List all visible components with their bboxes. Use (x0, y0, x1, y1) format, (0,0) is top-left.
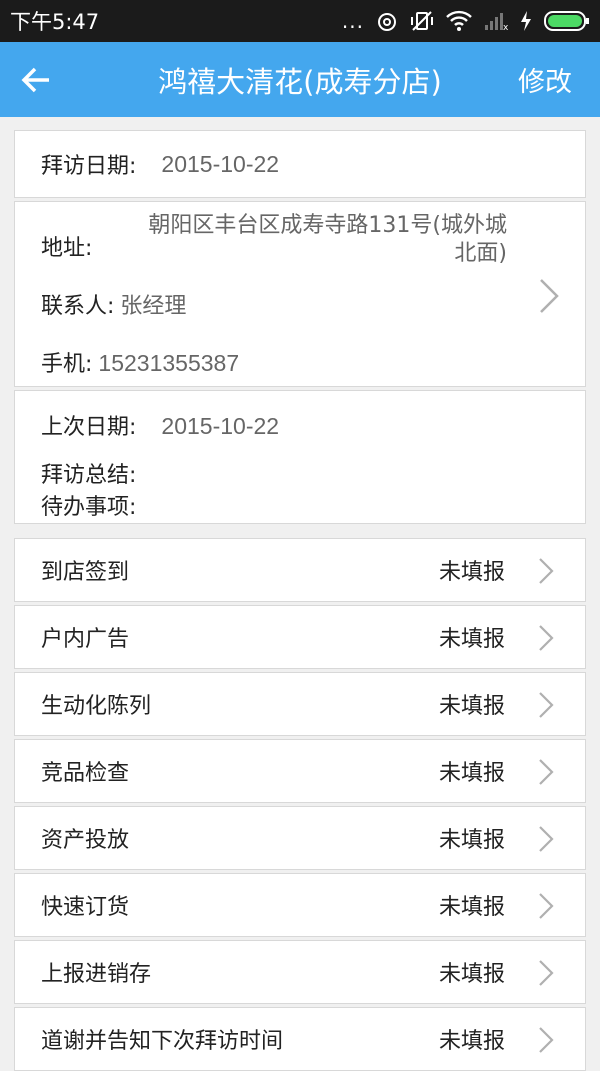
task-item[interactable]: 快速订货 未填报 (14, 873, 586, 937)
task-item[interactable]: 竞品检查 未填报 (14, 739, 586, 803)
task-item[interactable]: 生动化陈列 未填报 (14, 672, 586, 736)
task-item[interactable]: 道谢并告知下次拜访时间 未填报 (14, 1007, 586, 1071)
arrow-left-icon (21, 67, 49, 93)
contact-person-value: 张经理 (120, 294, 187, 319)
task-status: 未填报 (438, 627, 505, 652)
chevron-right-icon (539, 826, 554, 852)
chevron-right-icon (539, 1027, 554, 1053)
phone-row: 手机: 15231355387 (41, 346, 239, 378)
last-visit-date-label: 上次日期: (41, 415, 137, 440)
task-list: 到店签到 未填报 户内广告 未填报 生动化陈列 未填报 竞品检查 未填报 资产投… (14, 538, 586, 1071)
task-label: 到店签到 (41, 560, 130, 585)
battery-icon (544, 10, 590, 32)
task-label: 竞品检查 (41, 761, 130, 786)
main-content: 拜访日期: 2015-10-22 地址: 朝阳区丰台区成寿寺路131号(城外城 … (14, 130, 586, 1071)
chevron-right-icon (540, 279, 559, 313)
task-label: 快速订货 (41, 895, 130, 920)
contact-person-row: 联系人: 张经理 (41, 288, 186, 320)
task-label: 资产投放 (41, 828, 130, 853)
chevron-right-icon (539, 625, 554, 651)
chevron-right-icon (539, 759, 554, 785)
charging-icon (520, 11, 532, 31)
task-status: 未填报 (438, 828, 505, 853)
store-contact-card[interactable]: 地址: 朝阳区丰台区成寿寺路131号(城外城 北面) 联系人: 张经理 手机: 15… (14, 201, 586, 387)
visit-date-label: 拜访日期: (41, 154, 137, 179)
task-status: 未填报 (438, 1029, 505, 1054)
task-item[interactable]: 到店签到 未填报 (14, 538, 586, 602)
status-time: 下午5:47 (10, 10, 100, 34)
task-label: 道谢并告知下次拜访时间 (41, 1029, 284, 1054)
chevron-right-icon (539, 893, 554, 919)
chevron-right-icon (539, 960, 554, 986)
app-bar: 鸿禧大清花(成寿分店) 修改 (0, 42, 600, 117)
chevron-right-icon (539, 558, 554, 584)
status-icons: ... x (342, 9, 590, 33)
contact-person-label: 联系人: (41, 294, 115, 319)
task-item[interactable]: 资产投放 未填报 (14, 806, 586, 870)
task-status: 未填报 (438, 761, 505, 786)
task-status: 未填报 (438, 694, 505, 719)
task-item[interactable]: 上报进销存 未填报 (14, 940, 586, 1004)
status-dots: ... (341, 9, 364, 33)
address-value: 朝阳区丰台区成寿寺路131号(城外城 北面) (107, 212, 507, 268)
mute-vibrate-icon (410, 10, 434, 32)
last-visit-date-row: 上次日期: 2015-10-22 (41, 409, 279, 441)
alarm-icon (376, 10, 398, 32)
address-label: 地址: (41, 236, 93, 261)
chevron-right-icon (539, 692, 554, 718)
visit-date-row: 拜访日期: 2015-10-22 (15, 131, 585, 197)
task-label: 户内广告 (41, 627, 130, 652)
edit-button[interactable]: 修改 (518, 42, 572, 117)
page-title: 鸿禧大清花(成寿分店) (158, 64, 442, 99)
task-status: 未填报 (438, 560, 505, 585)
task-label: 上报进销存 (41, 962, 152, 987)
last-visit-card: 上次日期: 2015-10-22 拜访总结: 待办事项: (14, 390, 586, 524)
visit-date-card: 拜访日期: 2015-10-22 (14, 130, 586, 198)
task-label: 生动化陈列 (41, 694, 152, 719)
task-item[interactable]: 户内广告 未填报 (14, 605, 586, 669)
address-line-1: 朝阳区丰台区成寿寺路131号(城外城 (148, 213, 507, 238)
svg-text:x: x (503, 23, 508, 31)
last-visit-date-value: 2015-10-22 (161, 413, 280, 439)
wifi-icon (446, 10, 472, 32)
address-line-2: 北面) (454, 241, 507, 266)
status-bar: 下午5:47 ... x (0, 0, 600, 42)
task-status: 未填报 (438, 962, 505, 987)
task-status: 未填报 (438, 895, 505, 920)
phone-label: 手机: (41, 352, 93, 377)
visit-date-value: 2015-10-22 (161, 150, 280, 177)
phone-value: 15231355387 (98, 350, 240, 376)
back-button[interactable] (14, 58, 58, 102)
todo-label: 待办事项: (41, 495, 137, 520)
signal-icon: x (484, 11, 508, 31)
visit-summary-label: 拜访总结: (41, 463, 137, 488)
